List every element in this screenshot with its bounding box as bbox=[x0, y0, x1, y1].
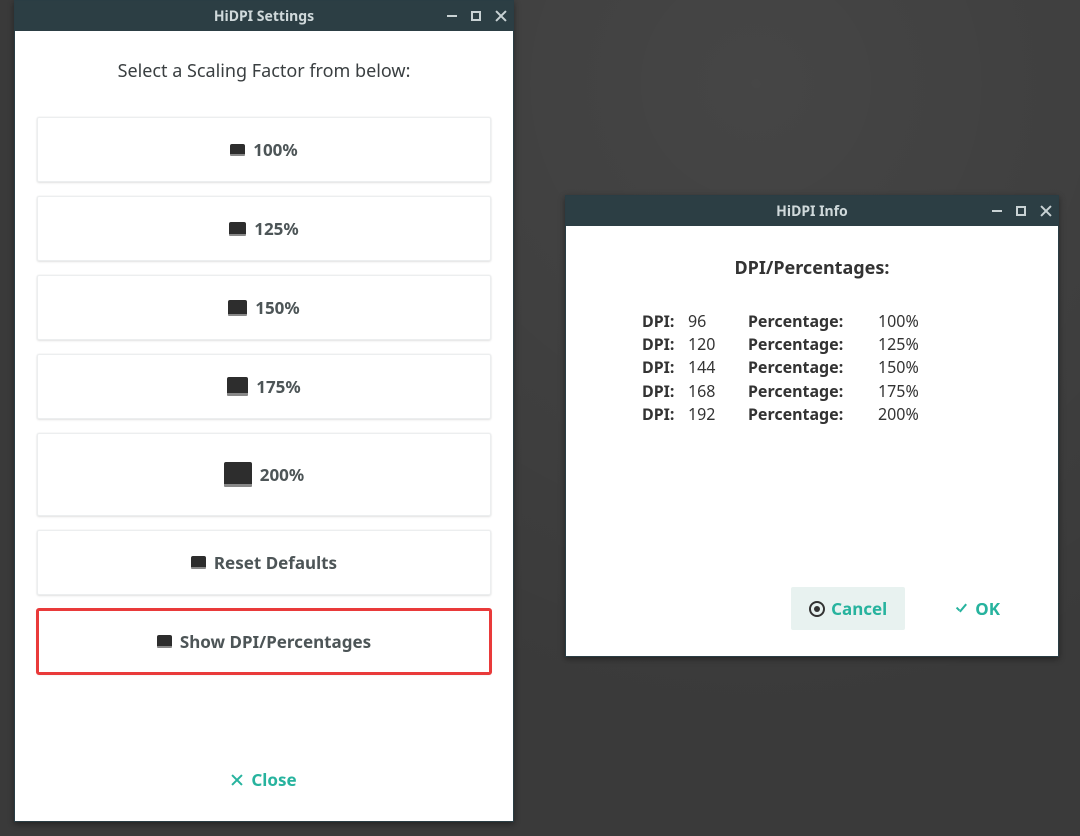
monitor-icon bbox=[228, 300, 247, 316]
scale-label: 150% bbox=[255, 296, 300, 319]
monitor-icon bbox=[230, 144, 245, 156]
ok-button[interactable]: OK bbox=[955, 597, 1010, 620]
titlebar[interactable]: HiDPI Info bbox=[566, 196, 1058, 226]
window-controls bbox=[992, 196, 1052, 226]
scale-200-button[interactable]: 200% bbox=[37, 433, 491, 516]
window-title: HiDPI Settings bbox=[15, 7, 513, 26]
scale-125-button[interactable]: 125% bbox=[37, 196, 491, 261]
pct-value: 175% bbox=[878, 380, 958, 403]
scale-label: 100% bbox=[253, 138, 298, 161]
close-icon[interactable] bbox=[495, 10, 507, 22]
minimize-icon[interactable] bbox=[992, 210, 1002, 212]
dpi-value: 192 bbox=[688, 403, 748, 426]
close-button[interactable]: Close bbox=[37, 750, 491, 801]
scale-100-button[interactable]: 100% bbox=[37, 117, 491, 182]
scale-label: 200% bbox=[260, 463, 305, 486]
dpi-table: DPI: 96 Percentage: 100% DPI: 120 Percen… bbox=[642, 310, 982, 426]
pct-value: 200% bbox=[878, 403, 958, 426]
check-icon bbox=[955, 602, 969, 616]
pct-label: Percentage: bbox=[748, 356, 878, 379]
monitor-icon bbox=[227, 377, 248, 396]
pct-label: Percentage: bbox=[748, 403, 878, 426]
pct-value: 150% bbox=[878, 356, 958, 379]
dpi-label: DPI: bbox=[642, 333, 688, 356]
hidpi-settings-window: HiDPI Settings Select a Scaling Factor f… bbox=[14, 0, 514, 822]
dpi-value: 120 bbox=[688, 333, 748, 356]
button-label: Reset Defaults bbox=[214, 551, 337, 574]
minimize-icon[interactable] bbox=[447, 15, 457, 17]
close-label: Close bbox=[251, 768, 296, 791]
pct-label: Percentage: bbox=[748, 380, 878, 403]
hidpi-info-window: HiDPI Info DPI/Percentages: DPI: 96 Perc… bbox=[565, 195, 1059, 657]
scale-label: 125% bbox=[254, 217, 299, 240]
cancel-icon bbox=[809, 601, 825, 617]
pct-value: 100% bbox=[878, 310, 958, 333]
maximize-icon[interactable] bbox=[1016, 206, 1026, 216]
table-row: DPI: 144 Percentage: 150% bbox=[642, 356, 982, 379]
scale-label: 175% bbox=[256, 375, 301, 398]
monitor-icon bbox=[229, 222, 246, 236]
window-controls bbox=[447, 1, 507, 31]
scale-175-button[interactable]: 175% bbox=[37, 354, 491, 419]
pct-label: Percentage: bbox=[748, 310, 878, 333]
monitor-icon bbox=[224, 462, 252, 487]
monitor-icon bbox=[157, 635, 172, 648]
dpi-value: 168 bbox=[688, 380, 748, 403]
dpi-label: DPI: bbox=[642, 310, 688, 333]
table-row: DPI: 168 Percentage: 175% bbox=[642, 380, 982, 403]
scale-150-button[interactable]: 150% bbox=[37, 275, 491, 340]
dpi-label: DPI: bbox=[642, 356, 688, 379]
close-icon[interactable] bbox=[1040, 205, 1052, 217]
pct-value: 125% bbox=[878, 333, 958, 356]
monitor-icon bbox=[191, 556, 206, 569]
dpi-label: DPI: bbox=[642, 403, 688, 426]
dpi-value: 96 bbox=[688, 310, 748, 333]
window-title: HiDPI Info bbox=[566, 202, 1058, 221]
prompt-text: Select a Scaling Factor from below: bbox=[37, 59, 491, 83]
dpi-label: DPI: bbox=[642, 380, 688, 403]
titlebar[interactable]: HiDPI Settings bbox=[15, 1, 513, 31]
reset-defaults-button[interactable]: Reset Defaults bbox=[37, 530, 491, 595]
ok-label: OK bbox=[975, 597, 1000, 620]
cancel-button[interactable]: Cancel bbox=[791, 587, 905, 630]
table-row: DPI: 120 Percentage: 125% bbox=[642, 333, 982, 356]
info-heading: DPI/Percentages: bbox=[612, 256, 1012, 280]
dpi-value: 144 bbox=[688, 356, 748, 379]
button-label: Show DPI/Percentages bbox=[180, 630, 371, 653]
maximize-icon[interactable] bbox=[471, 11, 481, 21]
close-x-icon bbox=[231, 774, 243, 786]
table-row: DPI: 96 Percentage: 100% bbox=[642, 310, 982, 333]
pct-label: Percentage: bbox=[748, 333, 878, 356]
cancel-label: Cancel bbox=[831, 597, 887, 620]
show-dpi-button[interactable]: Show DPI/Percentages bbox=[37, 609, 491, 674]
table-row: DPI: 192 Percentage: 200% bbox=[642, 403, 982, 426]
